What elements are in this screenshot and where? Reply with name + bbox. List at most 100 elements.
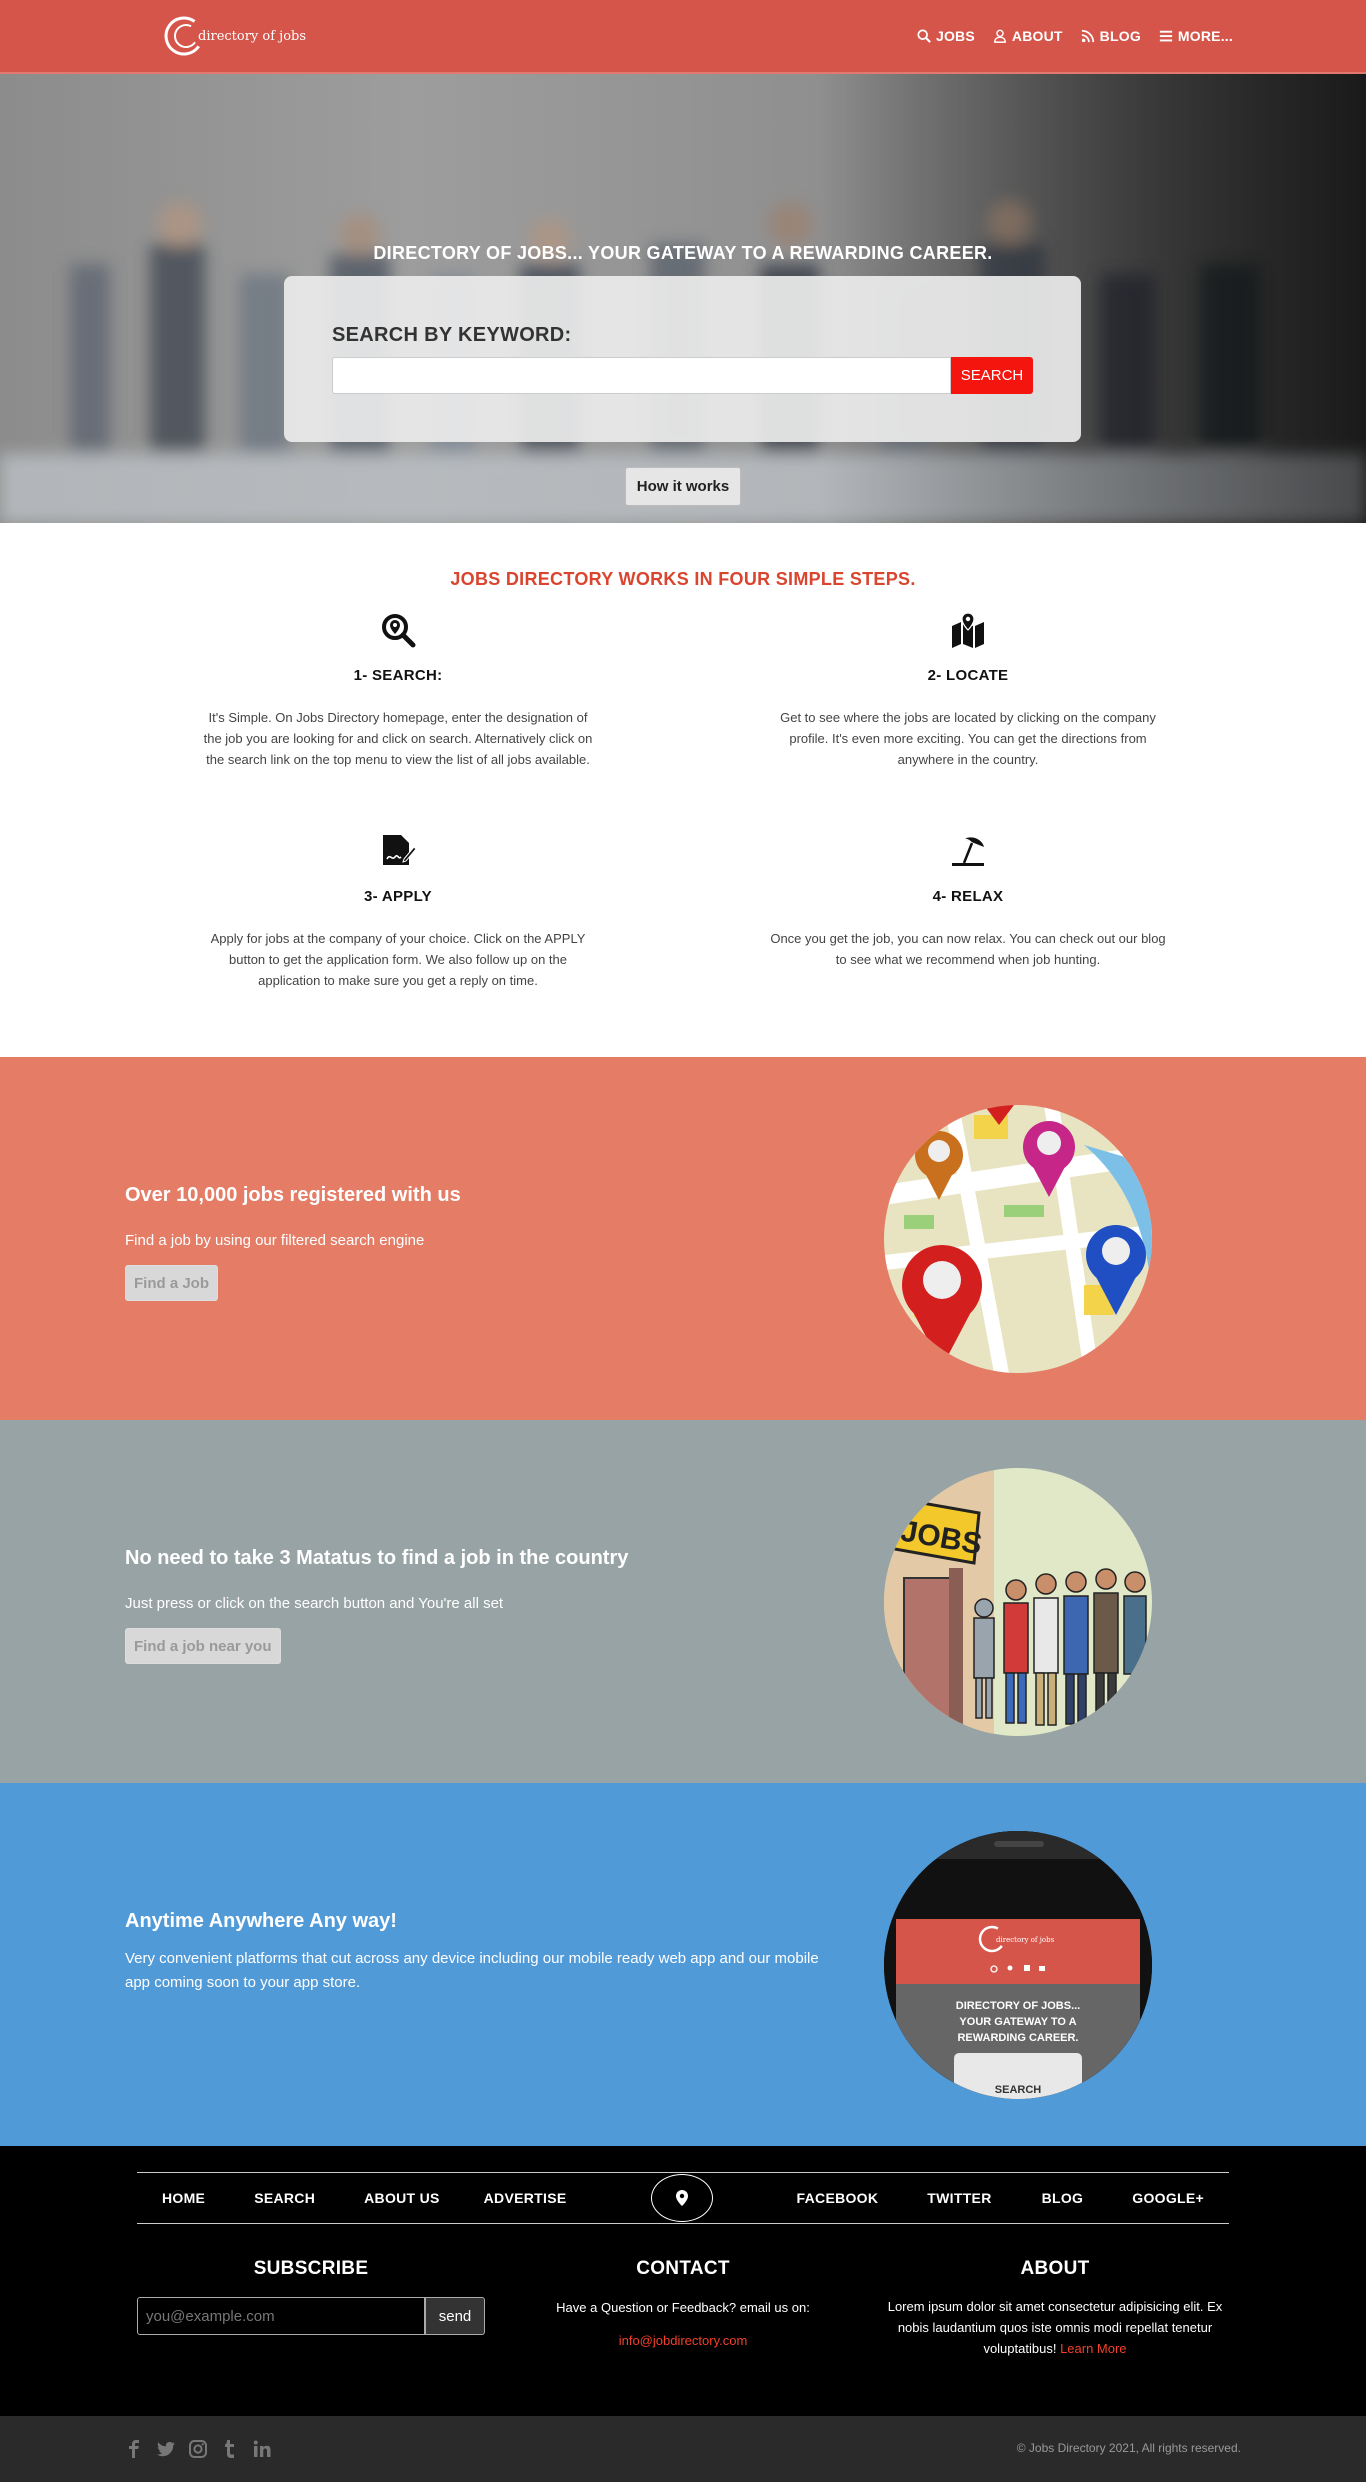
step-title: 1- SEARCH: — [353, 667, 443, 684]
twitter-icon[interactable] — [157, 2440, 175, 2458]
footer-link-search[interactable]: SEARCH — [254, 2190, 315, 2206]
step-title: 3- APPLY — [364, 888, 432, 905]
subscribe-send-button[interactable]: send — [425, 2297, 485, 2335]
map-marked-icon — [952, 612, 984, 648]
feature-title: Anytime Anywhere Any way! — [125, 1910, 397, 1932]
feature-description: Find a job by using our filtered search … — [125, 1232, 425, 1249]
contact-text: Have a Question or Feedback? email us on… — [556, 2300, 810, 2315]
footer: HOME SEARCH ABOUT US ADVERTISE FACEBOOK … — [0, 2146, 1366, 2416]
step-text: Once you get the job, you can now relax.… — [770, 931, 1166, 967]
subscribe-title: SUBSCRIBE — [253, 2258, 369, 2279]
footer-link-blog[interactable]: BLOG — [1042, 2190, 1084, 2206]
subscribe-form: send — [137, 2297, 485, 2335]
linkedin-icon[interactable] — [253, 2440, 271, 2458]
learn-more-link[interactable]: Learn More — [1060, 2341, 1126, 2356]
footer-nav: HOME SEARCH ABOUT US ADVERTISE FACEBOOK … — [137, 2172, 1229, 2224]
search-button[interactable]: SEARCH — [951, 357, 1033, 394]
feature-title: No need to take 3 Matatus to find a job … — [125, 1547, 629, 1569]
navbar: directory of jobs JOBS ABOUT BLOG MORE..… — [0, 0, 1366, 74]
search-row: SEARCH — [332, 357, 1033, 394]
bars-icon — [1159, 30, 1173, 42]
steps-title: JOBS DIRECTORY WORKS IN FOUR SIMPLE STEP… — [450, 569, 916, 589]
phone-title-line3: REWARDING CAREER. — [957, 2032, 1078, 2044]
feature-title: Over 10,000 jobs registered with us — [125, 1184, 461, 1206]
feature-description: Just press or click on the search button… — [125, 1595, 504, 1612]
contact-email-link[interactable]: info@jobdirectory.com — [619, 2333, 748, 2348]
step-text: It's Simple. On Jobs Directory homepage,… — [203, 710, 593, 767]
bottom-bar: © Jobs Directory 2021, All rights reserv… — [0, 2416, 1366, 2482]
step-text: Apply for jobs at the company of your ch… — [210, 931, 586, 988]
brand-name: directory of jobs — [198, 28, 307, 44]
map-marker-icon — [676, 2190, 688, 2206]
hero: DIRECTORY OF JOBS... YOUR GATEWAY TO A R… — [0, 74, 1366, 523]
logo-icon — [164, 16, 204, 56]
footer-link-google-plus[interactable]: GOOGLE+ — [1132, 2190, 1204, 2206]
about-title: ABOUT — [1020, 2258, 1090, 2279]
contact-column: CONTACT Have a Question or Feedback? ema… — [533, 2258, 833, 2350]
hero-title: DIRECTORY OF JOBS... YOUR GATEWAY TO A R… — [373, 243, 993, 263]
phone-title-line2: YOUR GATEWAY TO A — [959, 2016, 1076, 2028]
nav-jobs-link[interactable]: JOBS — [917, 28, 975, 44]
footer-link-home[interactable]: HOME — [162, 2190, 205, 2206]
step-search: 1- SEARCH: It's Simple. On Jobs Director… — [198, 612, 598, 770]
phone-brand: directory of jobs — [996, 1936, 1055, 1944]
search-label: SEARCH BY KEYWORD: — [332, 324, 572, 346]
mobile-app-screenshot: directory of jobs DIRECTORY OF JOBS... Y… — [884, 1831, 1152, 2099]
footer-location-button[interactable] — [651, 2174, 713, 2222]
footer-link-twitter[interactable]: TWITTER — [927, 2190, 991, 2206]
rss-icon — [1081, 29, 1094, 43]
nav-blog-link[interactable]: BLOG — [1081, 28, 1141, 44]
feature-matatus: No need to take 3 Matatus to find a job … — [0, 1420, 1366, 1783]
phone-search-label: SEARCH — [995, 2084, 1042, 2096]
search-panel: SEARCH BY KEYWORD: SEARCH — [284, 276, 1081, 442]
map-pins-image — [884, 1105, 1152, 1373]
nav-more-link[interactable]: MORE... — [1159, 28, 1233, 44]
subscribe-column: SUBSCRIBE send — [137, 2258, 485, 2335]
nav-more-label: MORE... — [1177, 28, 1233, 44]
find-a-job-button[interactable]: Find a Job — [125, 1265, 218, 1301]
instagram-icon[interactable] — [189, 2440, 207, 2458]
footer-nav-left: HOME SEARCH ABOUT US ADVERTISE — [137, 2190, 566, 2206]
how-it-works-button[interactable]: How it works — [625, 467, 741, 506]
feature-text: Over 10,000 jobs registered with us Find… — [125, 1184, 461, 1301]
step-title: 4- RELAX — [932, 888, 1004, 905]
tumblr-icon[interactable] — [221, 2440, 239, 2458]
social-icons — [125, 2440, 271, 2458]
about-column: ABOUT Lorem ipsum dolor sit amet consect… — [879, 2258, 1231, 2359]
step-relax: 4- RELAX Once you get the job, you can n… — [768, 833, 1168, 970]
nav-blog-label: BLOG — [1099, 28, 1141, 44]
search-icon — [917, 29, 931, 43]
brand[interactable]: directory of jobs — [162, 12, 306, 60]
steps-section: JOBS DIRECTORY WORKS IN FOUR SIMPLE STEP… — [0, 523, 1366, 1057]
search-location-icon — [382, 614, 416, 648]
keyword-search-input[interactable] — [332, 357, 951, 394]
find-job-near-you-button[interactable]: Find a job near you — [125, 1628, 281, 1664]
feature-jobs-registered: Over 10,000 jobs registered with us Find… — [0, 1057, 1366, 1420]
about-text: Lorem ipsum dolor sit amet consectetur a… — [879, 2296, 1231, 2359]
umbrella-beach-icon — [952, 837, 984, 866]
footer-link-advertise[interactable]: ADVERTISE — [484, 2190, 567, 2206]
feature-text: Anytime Anywhere Any way! Very convenien… — [125, 1910, 825, 1995]
feature-description: Very convenient platforms that cut acros… — [125, 1950, 819, 1991]
step-text: Get to see where the jobs are located by… — [780, 710, 1156, 767]
subscribe-email-input[interactable] — [137, 2297, 425, 2335]
step-title: 2- LOCATE — [927, 667, 1009, 684]
user-icon — [993, 29, 1006, 43]
footer-link-facebook[interactable]: FACEBOOK — [797, 2190, 879, 2206]
signature-icon — [383, 835, 417, 865]
nav-about-link[interactable]: ABOUT — [993, 28, 1063, 44]
contact-title: CONTACT — [636, 2258, 730, 2279]
step-locate: 2- LOCATE Get to see where the jobs are … — [768, 612, 1168, 770]
step-apply: 3- APPLY Apply for jobs at the company o… — [198, 833, 598, 991]
feature-anytime: Anytime Anywhere Any way! Very convenien… — [0, 1783, 1366, 2146]
phone-title-line1: DIRECTORY OF JOBS... — [956, 2000, 1081, 2012]
nav-links: JOBS ABOUT BLOG MORE... — [917, 28, 1233, 44]
about-body: Lorem ipsum dolor sit amet consectetur a… — [887, 2299, 1223, 2356]
facebook-icon[interactable] — [125, 2440, 143, 2458]
copyright: © Jobs Directory 2021, All rights reserv… — [1016, 2441, 1241, 2455]
footer-nav-right: FACEBOOK TWITTER BLOG GOOGLE+ — [797, 2190, 1229, 2206]
nav-jobs-label: JOBS — [935, 28, 975, 44]
job-queue-illustration: JOBS — [884, 1468, 1152, 1736]
feature-text: No need to take 3 Matatus to find a job … — [125, 1547, 628, 1664]
footer-link-about-us[interactable]: ABOUT US — [364, 2190, 440, 2206]
